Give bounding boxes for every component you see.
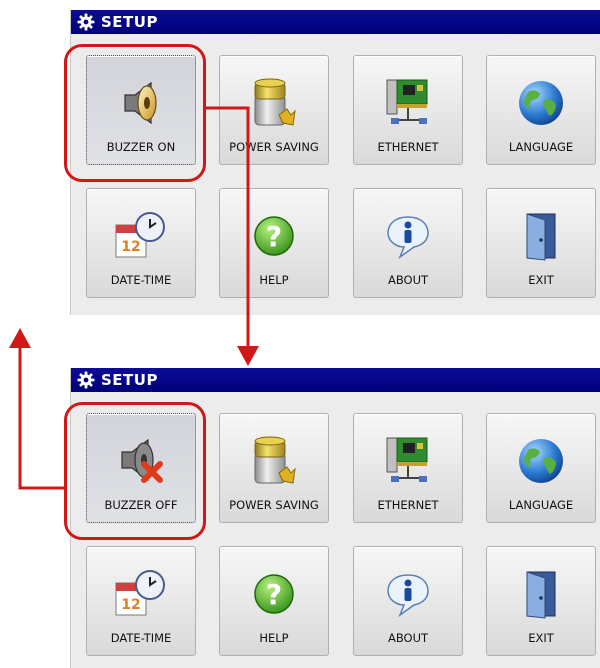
flow-arrows (9, 106, 259, 490)
arrow-on-to-off (206, 106, 259, 366)
arrow-off-to-on (9, 328, 64, 490)
